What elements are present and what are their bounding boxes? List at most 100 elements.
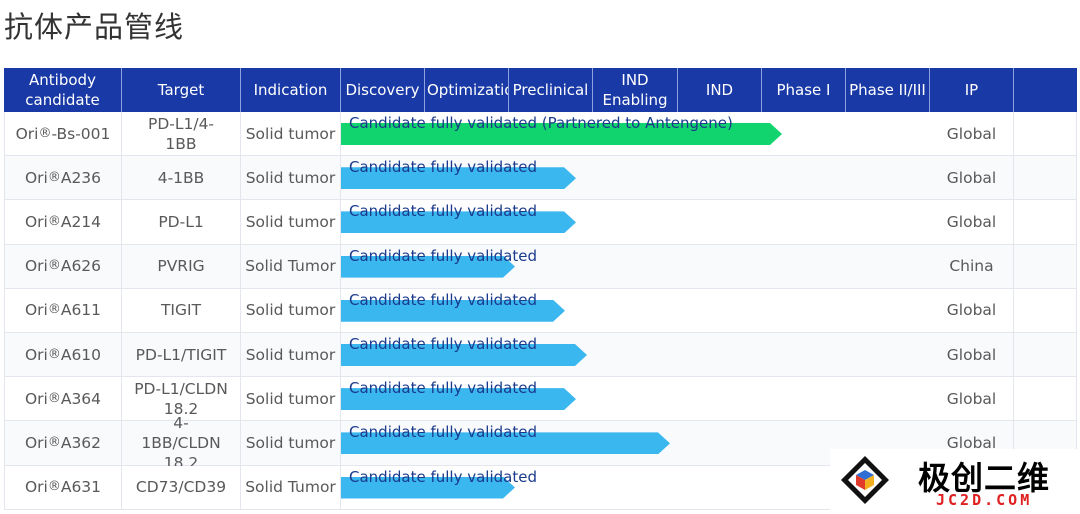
- antibody-prefix: Ori: [24, 478, 48, 497]
- antibody-code: -Bs-001: [51, 124, 111, 143]
- ip-cell: China: [930, 244, 1014, 288]
- table-row: Ori ® A626 PVRIG Solid Tumor Candidate fully …: [4, 244, 1077, 289]
- antibody-name: Ori ® -Bs-001: [4, 112, 122, 156]
- table-row: Ori ® A611 TIGIT Solid tumor Candidate fully …: [4, 288, 1077, 333]
- header-optimization: Optimization: [425, 68, 509, 112]
- indication-cell: Solid Tumor: [241, 465, 341, 509]
- registered-mark: ®: [47, 302, 61, 318]
- progress-label: Candidate fully validated: [349, 467, 537, 486]
- ip-cell: Global: [930, 332, 1014, 377]
- antibody-name: Ori ® A364: [4, 377, 122, 421]
- blank-cell: [1014, 156, 1077, 200]
- progress-label: Candidate fully validated: [349, 334, 537, 353]
- blank-cell: [1014, 112, 1077, 156]
- progress-label: Candidate fully validated: [349, 158, 537, 177]
- registered-mark: ®: [47, 479, 61, 495]
- antibody-prefix: Ori: [24, 168, 48, 187]
- header-ind-enabling: IND Enabling: [593, 68, 678, 112]
- progress-label: Candidate fully validated: [349, 290, 537, 309]
- blank-cell: [1014, 200, 1077, 244]
- progress-label: Candidate fully validated: [349, 379, 537, 398]
- header-discovery: Discovery: [341, 68, 425, 112]
- target-cell: CD73/CD39: [122, 465, 241, 509]
- registered-mark: ®: [38, 125, 52, 141]
- antibody-code: A626: [60, 257, 102, 276]
- blank-cell: [1014, 332, 1077, 377]
- antibody-prefix: Ori: [24, 433, 48, 452]
- antibody-prefix: Ori: [24, 212, 48, 231]
- registered-mark: ®: [47, 169, 61, 185]
- registered-mark: ®: [47, 213, 61, 229]
- ip-cell: Global: [930, 377, 1014, 421]
- antibody-prefix: Ori: [24, 257, 48, 276]
- watermark-en: JC2D.COM: [936, 491, 1033, 509]
- antibody-prefix: Ori: [24, 301, 48, 320]
- header-target: Target: [122, 68, 241, 112]
- indication-cell: Solid tumor: [241, 421, 341, 465]
- antibody-name: Ori ® A631: [4, 465, 122, 509]
- ip-cell: Global: [930, 200, 1014, 244]
- antibody-name: Ori ® A611: [4, 288, 122, 332]
- antibody-name: Ori ® A362: [4, 421, 122, 465]
- antibody-name: Ori ® A610: [4, 332, 122, 377]
- antibody-code: A362: [60, 433, 102, 452]
- header-blank: [1014, 68, 1077, 112]
- antibody-code: A611: [60, 301, 102, 320]
- target-cell: 4-1BB/CLDN 18.2: [122, 414, 241, 472]
- table-row: Ori ® A236 4-1BB Solid tumor Candidate fully …: [4, 156, 1077, 201]
- header-indication: Indication: [241, 68, 341, 112]
- target-cell: PD-L1/TIGIT: [122, 332, 241, 377]
- target-cell: PVRIG: [122, 244, 241, 288]
- header-preclinical: Preclinical: [509, 68, 593, 112]
- blank-cell: [1014, 288, 1077, 332]
- registered-mark: ®: [47, 434, 61, 450]
- watermark: 极创二维 JC2D.COM: [830, 449, 1080, 514]
- pipeline-table: Antibody candidate Target Indication Dis…: [4, 68, 1077, 510]
- antibody-prefix: Ori: [15, 124, 39, 143]
- indication-cell: Solid Tumor: [241, 244, 341, 288]
- ip-cell: Global: [930, 112, 1014, 156]
- target-cell: PD-L1: [122, 200, 241, 244]
- registered-mark: ®: [47, 390, 61, 406]
- page-title: 抗体产品管线: [4, 10, 185, 44]
- ip-cell: Global: [930, 156, 1014, 200]
- target-cell: PD-L1/4-1BB: [122, 112, 241, 156]
- table-row: Ori ® -Bs-001 PD-L1/4-1BB Solid tumor Candida…: [4, 112, 1077, 157]
- indication-cell: Solid tumor: [241, 200, 341, 244]
- indication-cell: Solid tumor: [241, 377, 341, 421]
- registered-mark: ®: [47, 258, 61, 274]
- antibody-name: Ori ® A214: [4, 200, 122, 244]
- cube-logo-icon: [841, 456, 889, 504]
- progress-label: Candidate fully validated: [349, 423, 537, 442]
- antibody-prefix: Ori: [24, 345, 48, 364]
- antibody-code: A631: [60, 478, 102, 497]
- antibody-name: Ori ® A236: [4, 156, 122, 200]
- header-ip: IP: [930, 68, 1014, 112]
- blank-cell: [1014, 244, 1077, 288]
- table-row: Ori ® A610 PD-L1/TIGIT Solid tumor Candidate …: [4, 332, 1077, 378]
- antibody-prefix: Ori: [24, 389, 48, 408]
- progress-label: Candidate fully validated: [349, 202, 537, 221]
- table-header: Antibody candidate Target Indication Dis…: [4, 68, 1077, 112]
- indication-cell: Solid tumor: [241, 156, 341, 200]
- antibody-code: A214: [60, 212, 102, 231]
- target-cell: 4-1BB: [122, 156, 241, 200]
- antibody-code: A236: [60, 168, 102, 187]
- header-ind: IND: [678, 68, 762, 112]
- progress-label: Candidate fully validated (Partnered to …: [349, 114, 733, 132]
- header-phase-2-3: Phase II/III: [846, 68, 930, 112]
- antibody-name: Ori ® A626: [4, 244, 122, 288]
- registered-mark: ®: [47, 346, 61, 362]
- antibody-code: A610: [60, 345, 102, 364]
- header-phase-1: Phase I: [762, 68, 846, 112]
- header-antibody: Antibody candidate: [4, 68, 122, 112]
- target-cell: TIGIT: [122, 288, 241, 332]
- indication-cell: Solid tumor: [241, 332, 341, 377]
- progress-label: Candidate fully validated: [349, 246, 537, 265]
- ip-cell: Global: [930, 288, 1014, 332]
- indication-cell: Solid tumor: [241, 112, 341, 156]
- indication-cell: Solid tumor: [241, 288, 341, 332]
- antibody-code: A364: [60, 389, 102, 408]
- blank-cell: [1014, 377, 1077, 421]
- table-row: Ori ® A214 PD-L1 Solid tumor Candidate fully …: [4, 200, 1077, 245]
